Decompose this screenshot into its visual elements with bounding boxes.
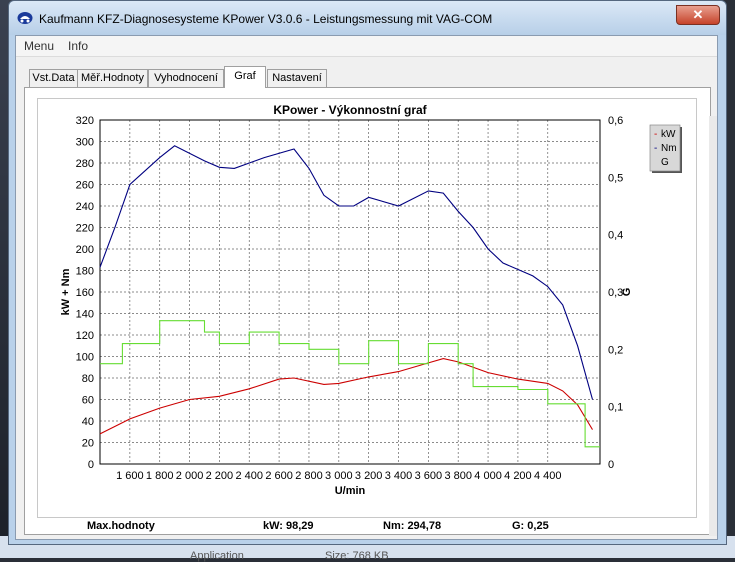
y2-tick-label: 0,2 xyxy=(608,344,623,356)
series-line-nm xyxy=(99,145,594,400)
x-tick-label: 4 400 xyxy=(534,470,562,482)
x-tick-label: 2 200 xyxy=(206,470,234,482)
tab-mer-hodnoty[interactable]: Měř.Hodnoty xyxy=(77,69,148,87)
app-window: Kaufmann KFZ-Diagnosesysteme KPower V3.0… xyxy=(8,0,727,545)
y2-tick-label: 0,6 xyxy=(608,115,623,127)
chart-title: KPower - Výkonnostní graf xyxy=(273,103,427,117)
car-logo-icon xyxy=(17,12,33,24)
y2-axis-label: G xyxy=(621,288,633,297)
y-tick-label: 120 xyxy=(76,330,94,342)
max-values-label: Max.hodnoty xyxy=(87,520,155,532)
menu-info[interactable]: Info xyxy=(68,39,88,53)
graf-panel: KPower - Výkonnostní graf 0 20 40 60 80 100 120… xyxy=(24,87,711,535)
y-tick-label: 140 xyxy=(76,309,94,321)
y-tick-label: 40 xyxy=(82,416,94,428)
x-tick-label: 3 600 xyxy=(415,470,443,482)
tab-vyhodnoceni[interactable]: Vyhodnocení xyxy=(148,69,224,87)
y2-tick-label: 0 xyxy=(608,459,614,471)
series-line-kw xyxy=(99,358,593,435)
x-tick-label: 4 000 xyxy=(474,470,502,482)
x-axis-label: U/min xyxy=(335,485,366,497)
title-bar[interactable]: Kaufmann KFZ-Diagnosesysteme KPower V3.0… xyxy=(9,1,726,35)
y-tick-label: 100 xyxy=(76,352,94,364)
y-tick-label: 20 xyxy=(82,438,94,450)
legend-entry-g: G xyxy=(661,157,669,168)
y2-tick-label: 0,5 xyxy=(608,172,623,184)
series-line-g xyxy=(100,320,600,448)
legend-marker: - xyxy=(654,129,657,140)
tab-nastaveni[interactable]: Nastavení xyxy=(267,69,327,87)
max-g-value: G: 0,25 xyxy=(512,520,549,532)
client-area: Menu Info Vst.Data Měř.Hodnoty Vyhodnoce… xyxy=(15,35,718,540)
y-tick-label: 260 xyxy=(76,180,94,192)
x-tick-label: 1 800 xyxy=(146,470,174,482)
x-tick-label: 1 600 xyxy=(116,470,144,482)
background-label-size: Size: 768 KB xyxy=(325,550,389,562)
x-tick-label: 4 200 xyxy=(504,470,532,482)
y-tick-label: 300 xyxy=(76,137,94,149)
x-tick-label: 3 200 xyxy=(355,470,383,482)
max-nm-value: Nm: 294,78 xyxy=(383,520,442,532)
y-tick-label: 0 xyxy=(88,459,94,471)
y-tick-label: 180 xyxy=(76,266,94,278)
background-label-application: Application xyxy=(190,550,244,562)
tab-vst-data[interactable]: Vst.Data xyxy=(29,69,78,87)
tab-graf[interactable]: Graf xyxy=(224,66,266,88)
scrollbar-track[interactable] xyxy=(709,116,717,536)
y-tick-label: 160 xyxy=(76,287,94,299)
menu-bar: Menu Info xyxy=(16,36,717,57)
graph-frame: KPower - Výkonnostní graf 0 20 40 60 80 100 120… xyxy=(37,98,697,518)
y-axis-label: kW + Nm xyxy=(60,268,72,315)
x-tick-label: 3 800 xyxy=(444,470,472,482)
y-tick-label: 60 xyxy=(82,395,94,407)
y-tick-label: 80 xyxy=(82,373,94,385)
x-tick-label: 3 400 xyxy=(385,470,413,482)
y-tick-label: 220 xyxy=(76,223,94,235)
x-tick-label: 2 400 xyxy=(235,470,263,482)
close-button[interactable]: ✕ xyxy=(676,5,720,25)
performance-chart: KPower - Výkonnostní graf 0 20 40 60 80 100 120… xyxy=(60,103,682,497)
max-kw-value: kW: 98,29 xyxy=(263,520,314,532)
y-tick-label: 320 xyxy=(76,115,94,127)
y-tick-label: 200 xyxy=(76,244,94,256)
x-tick-label: 2 600 xyxy=(265,470,293,482)
legend-entry-nm: Nm xyxy=(661,143,677,154)
x-tick-label: 2 000 xyxy=(176,470,204,482)
close-icon: ✕ xyxy=(692,7,704,22)
menu-menu[interactable]: Menu xyxy=(24,39,54,53)
x-tick-label: 2 800 xyxy=(295,470,323,482)
y2-tick-label: 0,1 xyxy=(608,402,623,414)
x-tick-label: 3 000 xyxy=(325,470,353,482)
legend-entry-kw: kW xyxy=(661,129,676,140)
y-tick-label: 280 xyxy=(76,158,94,170)
max-values-bar: Max.hodnoty kW: 98,29 Nm: 294,78 G: 0,25 xyxy=(25,517,710,535)
legend-marker: - xyxy=(654,143,657,154)
y-tick-label: 240 xyxy=(76,201,94,213)
y2-tick-label: 0,4 xyxy=(608,230,623,242)
window-title: Kaufmann KFZ-Diagnosesysteme KPower V3.0… xyxy=(39,12,493,26)
